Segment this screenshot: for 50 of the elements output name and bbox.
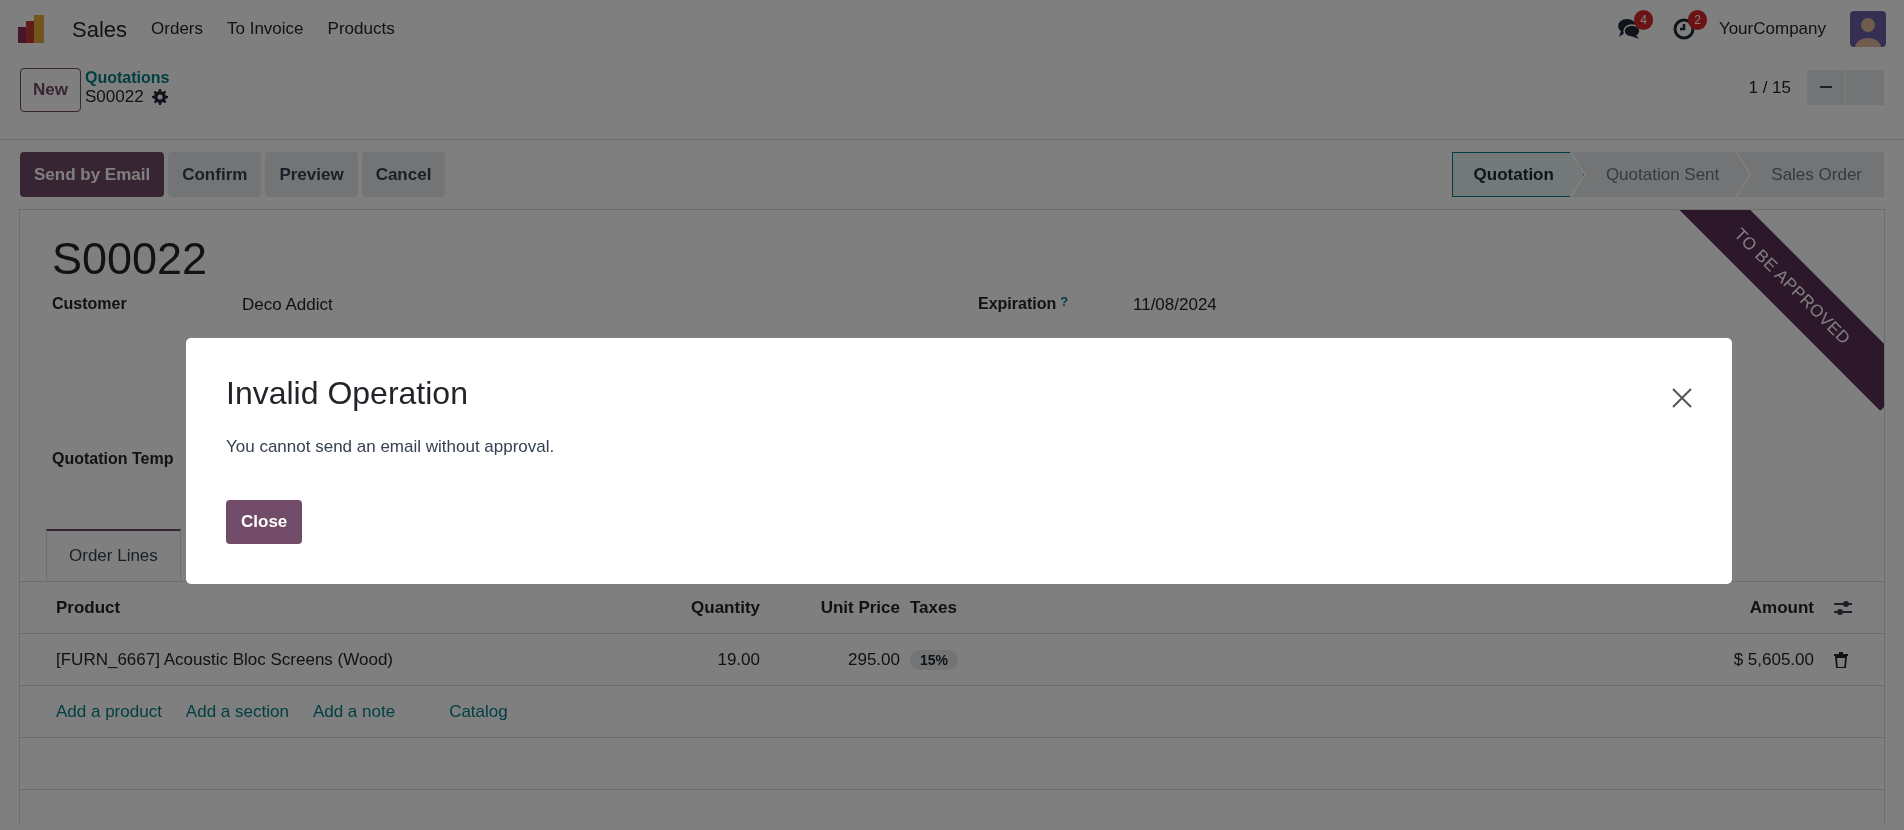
status-step[interactable]: Quotation: [1451, 152, 1584, 197]
breadcrumb-link[interactable]: Quotations: [84, 68, 170, 88]
status-step[interactable]: Sales Order: [1737, 152, 1884, 197]
add-link[interactable]: Catalog: [449, 698, 508, 725]
field-label: Quotation Temp: [52, 450, 174, 467]
clock-icon: [1672, 18, 1695, 40]
action-button[interactable]: Cancel: [361, 152, 446, 197]
column-header[interactable]: Product: [56, 597, 121, 617]
table-cell: [FURN_6667] Acoustic Bloc Screens (Wood): [56, 649, 393, 669]
table-cell: $ 5,605.00: [1733, 649, 1814, 669]
company-name[interactable]: YourCompany: [1718, 16, 1826, 42]
notification-count: 4: [1634, 10, 1653, 30]
app-name[interactable]: Sales: [72, 12, 128, 46]
column-header[interactable]: Taxes: [910, 597, 957, 617]
column-header[interactable]: Unit Price: [820, 597, 900, 617]
new-button[interactable]: New: [20, 68, 81, 112]
settings-icon: [151, 89, 168, 106]
add-link[interactable]: Add a section: [185, 698, 289, 725]
menu-item[interactable]: Orders: [151, 16, 203, 42]
sliders-icon: [1834, 600, 1852, 616]
add-link[interactable]: Add a note: [312, 698, 396, 725]
field-label: Expiration: [978, 294, 1057, 314]
column-header[interactable]: Quantity: [691, 597, 760, 617]
record-title: S00022: [52, 232, 208, 286]
dialog-title: Invalid Operation: [226, 374, 468, 413]
tab[interactable]: Order Lines: [46, 529, 181, 581]
close-button[interactable]: Close: [226, 499, 303, 544]
notification-count: 2: [1688, 10, 1707, 30]
action-button[interactable]: Preview: [265, 152, 358, 197]
status-step[interactable]: Quotation Sent: [1571, 152, 1750, 197]
dialog-message: You cannot send an email without approval.: [226, 436, 556, 459]
tax-tag: 15%: [910, 649, 959, 670]
close-icon: [1672, 387, 1692, 408]
table-cell: 295.00: [848, 649, 900, 669]
previous-button[interactable]: [1807, 70, 1845, 105]
help-tooltip[interactable]: ?: [1060, 292, 1069, 316]
record-name: S00022: [84, 87, 144, 108]
menu-item[interactable]: To Invoice: [227, 16, 304, 42]
action-button[interactable]: Confirm: [168, 152, 262, 197]
table-cell: 19.00: [717, 649, 760, 669]
add-link[interactable]: Add a product: [56, 698, 162, 725]
column-header[interactable]: Amount: [1749, 597, 1814, 617]
field-value[interactable]: 11/08/2024: [1133, 292, 1217, 318]
user-avatar: [1850, 11, 1886, 47]
trash-icon: [1834, 652, 1848, 669]
pager-value: 1 / 15: [1748, 76, 1791, 99]
action-button[interactable]: Send by Email: [20, 152, 165, 197]
field-value[interactable]: Deco Addict: [242, 292, 333, 318]
menu-item[interactable]: Products: [327, 16, 395, 42]
field-label: Customer: [52, 295, 127, 312]
